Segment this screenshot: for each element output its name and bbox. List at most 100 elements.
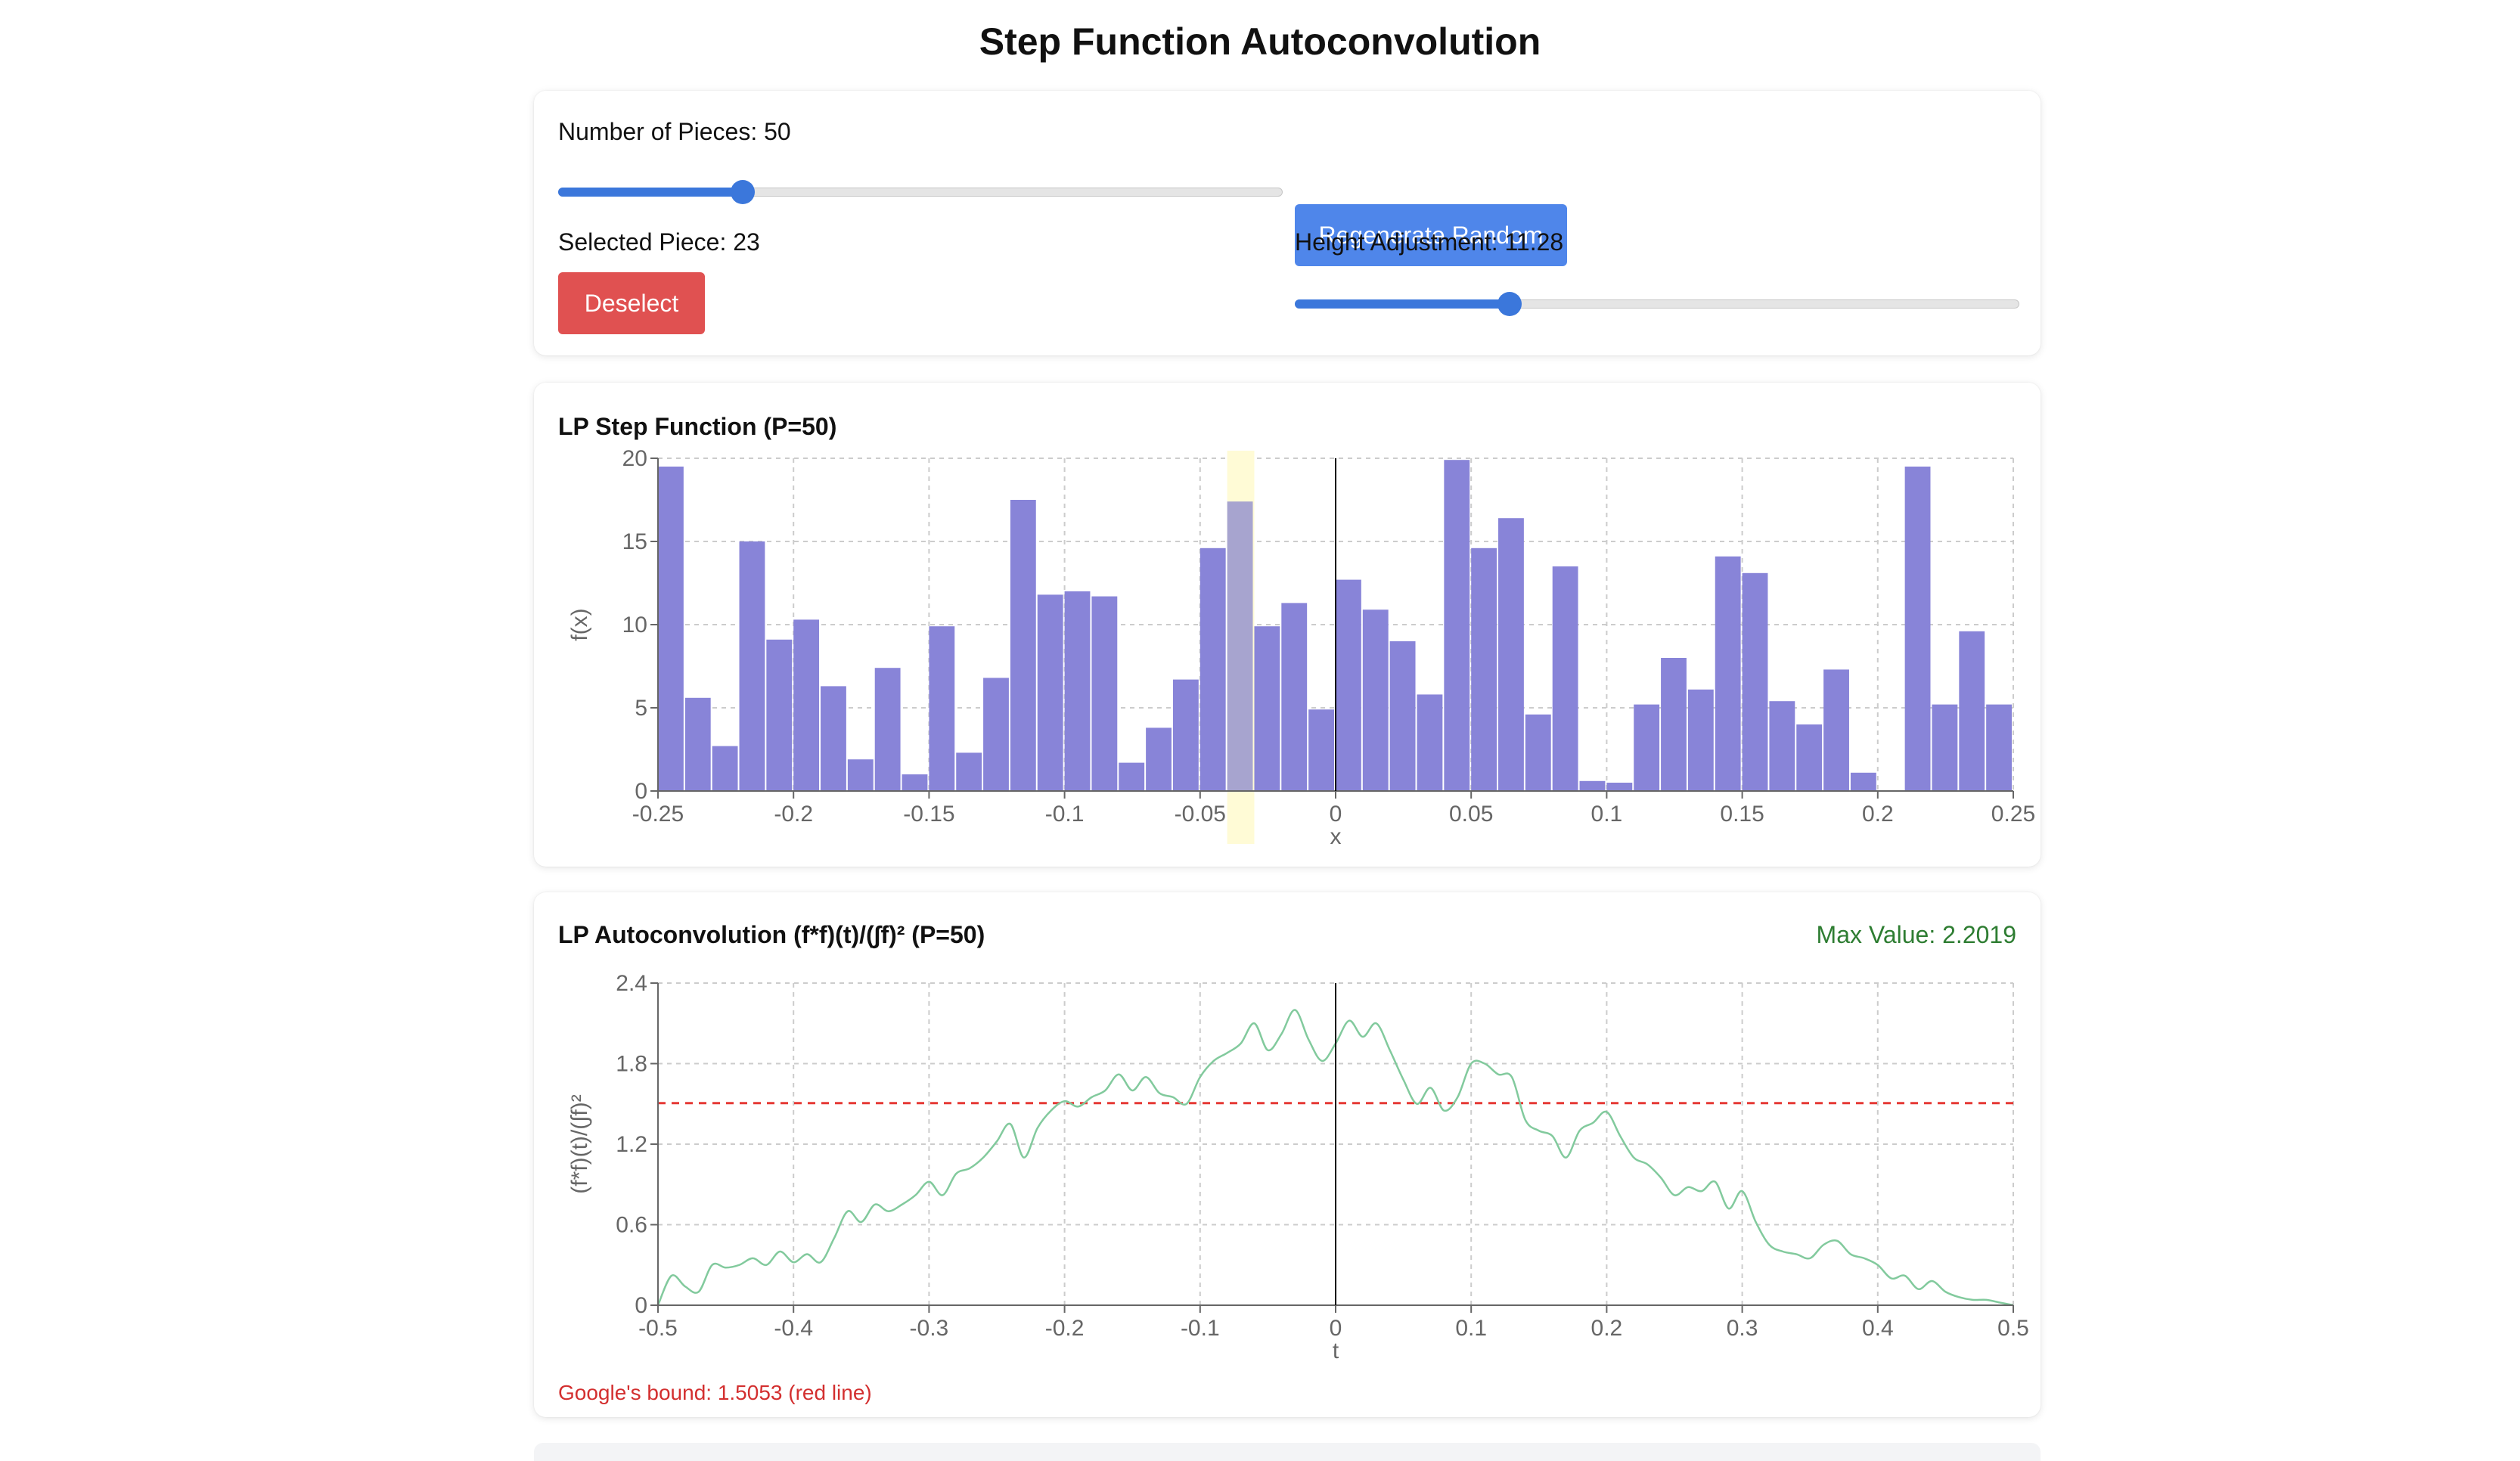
pieces-slider-fill xyxy=(558,188,743,197)
step-bar[interactable] xyxy=(1715,556,1741,791)
x-tick-label: -0.15 xyxy=(903,802,954,827)
step-bar[interactable] xyxy=(1552,566,1578,791)
step-bar[interactable] xyxy=(766,639,793,791)
step-bar-selected[interactable] xyxy=(1227,501,1253,791)
step-bar[interactable] xyxy=(874,668,901,791)
x-tick-label: -0.1 xyxy=(1181,1316,1220,1341)
step-bar[interactable] xyxy=(1064,591,1091,791)
next-panel-edge xyxy=(534,1443,2041,1461)
step-bar[interactable] xyxy=(1336,579,1361,791)
step-bar[interactable] xyxy=(1525,714,1551,791)
step-bar[interactable] xyxy=(1498,518,1524,791)
step-bar[interactable] xyxy=(1904,467,1931,791)
x-tick-label: 0.15 xyxy=(1720,802,1764,827)
x-tick-label: 0.1 xyxy=(1591,802,1623,827)
y-tick-label: 1.2 xyxy=(616,1132,647,1157)
height-slider-thumb[interactable] xyxy=(1497,292,1522,316)
x-tick-label: -0.1 xyxy=(1045,802,1085,827)
step-bar[interactable] xyxy=(821,686,846,791)
height-adjustment-label: Height Adjustment: 11.28 xyxy=(1295,228,1564,256)
step-bar[interactable] xyxy=(1119,762,1145,791)
y-axis-label: (f*f)(t)/(∫f)² xyxy=(567,1094,592,1194)
step-bar[interactable] xyxy=(1091,596,1118,791)
x-tick-label: -0.5 xyxy=(638,1316,678,1341)
step-bar[interactable] xyxy=(1172,679,1199,791)
step-bar[interactable] xyxy=(1471,547,1497,791)
pieces-slider-thumb[interactable] xyxy=(731,180,755,204)
step-bar[interactable] xyxy=(1579,780,1606,791)
deselect-button[interactable]: Deselect xyxy=(558,272,705,334)
y-tick-label: 20 xyxy=(622,446,647,471)
step-bar[interactable] xyxy=(1146,727,1172,791)
step-bar[interactable] xyxy=(1959,631,1985,791)
pieces-slider[interactable] xyxy=(558,177,1283,207)
x-tick-label: 0.1 xyxy=(1455,1316,1487,1341)
step-bar[interactable] xyxy=(1661,658,1687,791)
height-slider[interactable] xyxy=(1295,289,2019,319)
y-tick-label: 10 xyxy=(622,613,647,637)
x-tick-label: -0.3 xyxy=(910,1316,949,1341)
step-bar[interactable] xyxy=(739,541,765,791)
x-tick-label: 0.2 xyxy=(1862,802,1894,827)
step-bar[interactable] xyxy=(1932,704,1958,791)
step-bar[interactable] xyxy=(1823,669,1849,791)
x-tick-label: -0.2 xyxy=(1045,1316,1085,1341)
step-bar[interactable] xyxy=(1742,572,1768,791)
page-title: Step Function Autoconvolution xyxy=(979,20,1541,63)
x-tick-label: 0 xyxy=(1330,802,1342,827)
step-bar[interactable] xyxy=(658,467,684,791)
step-bar[interactable] xyxy=(1010,500,1036,791)
x-tick-label: -0.25 xyxy=(632,802,684,827)
step-bar[interactable] xyxy=(1199,547,1226,791)
step-bar[interactable] xyxy=(1796,724,1823,791)
step-bar[interactable] xyxy=(1281,603,1308,791)
pieces-label: Number of Pieces: 50 xyxy=(558,118,791,145)
step-bar[interactable] xyxy=(1362,610,1389,791)
step-bar[interactable] xyxy=(712,746,738,791)
bound-note: Google's bound: 1.5053 (red line) xyxy=(558,1381,872,1404)
step-bar[interactable] xyxy=(684,697,711,791)
y-tick-label: 1.8 xyxy=(616,1052,647,1077)
y-axis-label: f(x) xyxy=(567,608,592,641)
step-bar[interactable] xyxy=(1687,689,1714,791)
x-tick-label: -0.4 xyxy=(774,1316,813,1341)
step-bar[interactable] xyxy=(1444,460,1470,791)
step-bar[interactable] xyxy=(1037,594,1063,791)
step-bar[interactable] xyxy=(983,678,1009,791)
x-tick-label: 0.25 xyxy=(1991,802,2035,827)
autoconvolution-chart: -0.5 -0.4 -0.3 -0.2 -0.1 0 0.1 0.2 0.3 0.4 0.5 0 0.6… xyxy=(567,971,2029,1363)
autoconvolution-panel: LP Autoconvolution (f*f)(t)/(∫f)² (P=50)… xyxy=(534,892,2041,1417)
step-bar[interactable] xyxy=(1850,772,1876,791)
y-tick-label: 0 xyxy=(635,1293,647,1318)
step-function-panel: LP Step Function (P=50) -0.25 -0.2 -0.15 -0… xyxy=(534,383,2041,867)
x-axis-label: x xyxy=(1330,824,1342,849)
step-bar[interactable] xyxy=(956,752,982,791)
step-bar[interactable] xyxy=(929,626,955,791)
y-tick-label: 15 xyxy=(622,529,647,554)
y-tick-label: 2.4 xyxy=(616,971,647,996)
step-bar[interactable] xyxy=(1769,701,1795,791)
step-bar[interactable] xyxy=(1389,641,1416,791)
step-bar[interactable] xyxy=(793,619,820,791)
y-tick-label: 0 xyxy=(635,779,647,804)
selected-piece-label: Selected Piece: 23 xyxy=(558,228,760,256)
x-axis-label: t xyxy=(1333,1338,1339,1363)
x-tick-label: 0 xyxy=(1330,1316,1342,1341)
step-bar[interactable] xyxy=(847,759,874,791)
step-bar[interactable] xyxy=(902,774,928,791)
step-bar[interactable] xyxy=(1634,704,1660,791)
x-tick-label: -0.05 xyxy=(1175,802,1226,827)
step-bar[interactable] xyxy=(1254,626,1280,791)
x-tick-label: 0.4 xyxy=(1862,1316,1894,1341)
y-tick-label: 0.6 xyxy=(616,1213,647,1238)
step-bar[interactable] xyxy=(1606,783,1633,791)
step-function-chart[interactable]: -0.25 -0.2 -0.15 -0.1 -0.05 0 0.05 0.1 0.15 0.2 0.… xyxy=(534,383,2041,867)
x-tick-label: -0.2 xyxy=(774,802,813,827)
x-tick-label: 0.2 xyxy=(1591,1316,1623,1341)
x-tick-label: 0.3 xyxy=(1727,1316,1758,1341)
height-slider-fill xyxy=(1295,299,1510,309)
step-bar[interactable] xyxy=(1986,704,2012,791)
step-bar[interactable] xyxy=(1417,694,1443,791)
step-bar[interactable] xyxy=(1308,709,1334,791)
controls-panel: Number of Pieces: 50 Regenerate Random S… xyxy=(534,91,2041,355)
